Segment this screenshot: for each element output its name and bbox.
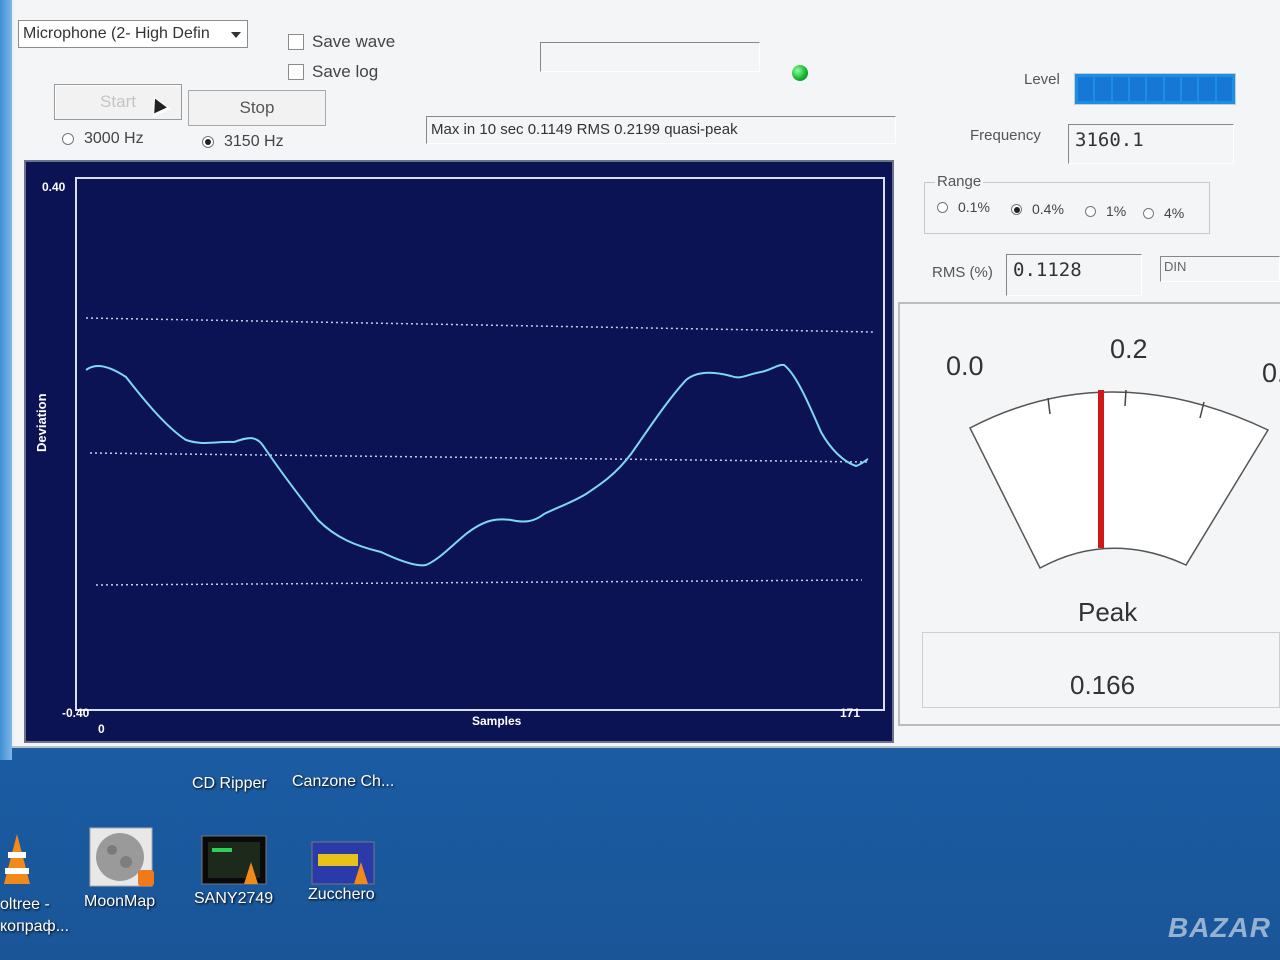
range-radio-0.4-dot[interactable] — [1011, 203, 1022, 215]
gridline-zero — [89, 452, 869, 463]
vlc-cone-icon[interactable] — [0, 828, 40, 888]
desktop-label-moonmap[interactable]: MoonMap — [84, 893, 155, 911]
plot-frame — [75, 177, 885, 711]
input-device-select-value: Microphone (2- High Defin — [23, 25, 210, 42]
range-option-label: 4% — [1164, 205, 1185, 221]
range-label: Range — [935, 173, 984, 190]
desktop-label-canzone[interactable]: Canzone Ch... — [292, 773, 394, 791]
gridline-upper — [85, 317, 875, 333]
video-file-icon[interactable] — [310, 840, 376, 886]
level-segment — [1147, 77, 1163, 101]
start-button-label: Start — [100, 92, 136, 111]
freq-3150-radio-dot[interactable] — [202, 136, 214, 148]
desktop-label-kopraf[interactable]: копраф... — [0, 918, 69, 936]
save-wave-checkbox[interactable]: Save wave — [288, 32, 395, 52]
moon-icon[interactable] — [88, 826, 156, 890]
analyzer-window: Microphone (2- High Defin Save wave Save… — [0, 0, 1280, 760]
range-option-label: 0.4% — [1032, 201, 1064, 217]
save-log-checkbox-box[interactable] — [288, 64, 304, 80]
y-max-label: 0.40 — [42, 180, 66, 194]
range-radio-0.1-dot[interactable] — [937, 201, 948, 213]
y-min-label: -0.40 — [62, 706, 90, 720]
range-radio-1[interactable]: 1% — [1085, 203, 1126, 219]
rms-label: RMS (%) — [932, 264, 993, 281]
range-radio-0.1[interactable]: 0.1% — [937, 199, 990, 215]
desktop-label-oltree[interactable]: oltree - — [0, 896, 50, 914]
peak-value: 0.166 — [1070, 670, 1136, 700]
level-segment — [1164, 77, 1180, 101]
frequency-value: 3160.1 — [1075, 129, 1144, 151]
range-option-label: 0.1% — [958, 199, 990, 215]
deviation-plot-svg — [75, 177, 885, 711]
input-device-select[interactable]: Microphone (2- High Defin — [18, 20, 248, 48]
info-field — [540, 42, 760, 72]
meter-tick — [1124, 389, 1127, 407]
din-label: DIN — [1164, 259, 1187, 274]
range-radio-1-dot[interactable] — [1085, 205, 1096, 217]
save-wave-checkbox-box[interactable] — [288, 34, 304, 50]
peak-label: Peak — [1078, 597, 1138, 627]
status-text: Max in 10 sec 0.1149 RMS 0.2199 quasi-pe… — [431, 121, 738, 138]
y-axis-title: Deviation — [34, 393, 49, 452]
freq-3150-label: 3150 Hz — [224, 133, 284, 150]
meter-scale-left: 0.0 — [946, 351, 984, 381]
status-field: Max in 10 sec 0.1149 RMS 0.2199 quasi-pe… — [426, 116, 896, 144]
level-label: Level — [1024, 71, 1060, 88]
chevron-down-icon[interactable] — [231, 32, 241, 38]
freq-3150-radio[interactable]: 3150 Hz — [202, 133, 284, 151]
rms-field: 0.1128 — [1006, 254, 1142, 296]
range-radio-4-dot[interactable] — [1143, 207, 1154, 219]
deviation-graph: 0.40 -0.40 Deviation 0 Samples 171 — [24, 160, 894, 743]
save-wave-label: Save wave — [312, 32, 396, 51]
deviation-trace — [85, 363, 869, 567]
save-log-checkbox[interactable]: Save log — [288, 62, 378, 82]
desktop-label-sany2749[interactable]: SANY2749 — [194, 890, 273, 908]
frequency-label: Frequency — [970, 127, 1041, 144]
freq-3000-radio-dot[interactable] — [62, 133, 74, 145]
level-segment — [1199, 77, 1215, 101]
watermark-logo: BAZAR — [1168, 912, 1271, 943]
range-option-label: 1% — [1106, 203, 1127, 219]
x-max-label: 171 — [840, 706, 861, 720]
meter-dial-face — [968, 391, 1270, 570]
gridline-lower — [95, 579, 863, 586]
rms-value: 0.1128 — [1013, 259, 1082, 281]
meter-needle — [1098, 390, 1104, 548]
freq-3000-radio[interactable]: 3000 Hz — [62, 130, 144, 148]
freq-3000-label: 3000 Hz — [84, 130, 144, 147]
stop-button[interactable]: Stop — [188, 90, 326, 126]
meter-dial-svg — [968, 389, 1270, 570]
desktop-label-zucchero[interactable]: Zucchero — [308, 886, 375, 904]
status-led-icon — [792, 65, 808, 81]
level-segment — [1216, 77, 1232, 101]
video-file-icon[interactable] — [200, 834, 268, 886]
x-axis-title: Samples — [472, 714, 522, 728]
range-group: Range 0.1% 0.4% 1% 4% — [924, 173, 1210, 234]
stop-button-label: Stop — [239, 98, 275, 117]
level-meter — [1074, 73, 1236, 105]
range-radio-0.4[interactable]: 0.4% — [1011, 201, 1064, 217]
level-segment — [1181, 77, 1198, 101]
level-segment — [1078, 77, 1094, 101]
desktop-label-cd-ripper[interactable]: CD Ripper — [192, 775, 267, 793]
din-field[interactable]: DIN — [1160, 256, 1280, 282]
level-segment — [1112, 77, 1128, 101]
level-segment — [1095, 77, 1111, 101]
x-min-label: 0 — [98, 722, 105, 736]
frequency-field: 3160.1 — [1068, 124, 1234, 164]
level-segment — [1129, 77, 1146, 101]
save-log-label: Save log — [312, 62, 379, 81]
meter-scale-mid: 0.2 — [1110, 334, 1148, 364]
range-radio-4[interactable]: 4% — [1143, 205, 1184, 221]
